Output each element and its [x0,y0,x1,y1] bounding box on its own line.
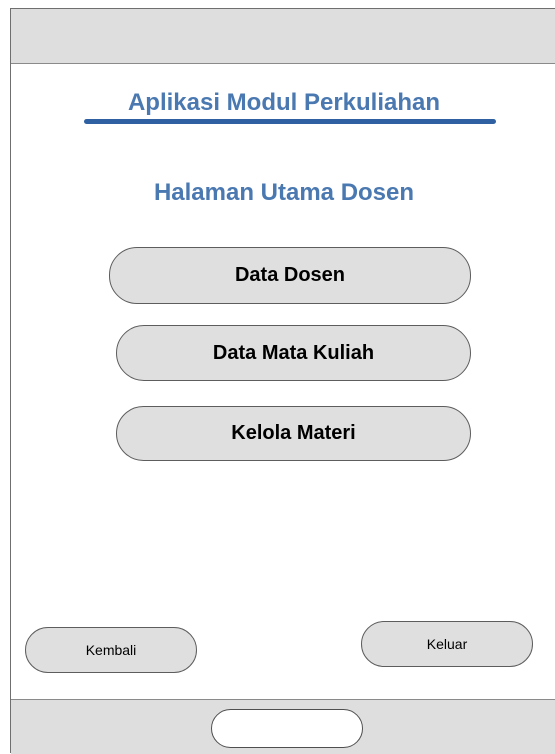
phone-frame: Aplikasi Modul Perkuliahan Halaman Utama… [10,8,555,754]
data-dosen-button[interactable]: Data Dosen [109,247,471,304]
logout-button[interactable]: Keluar [361,621,533,667]
back-button[interactable]: Kembali [25,627,197,673]
top-bar [11,9,555,64]
home-button[interactable] [211,709,363,748]
page-title: Halaman Utama Dosen [153,179,415,206]
app-title: Aplikasi Modul Perkuliahan [127,89,441,116]
title-underline [84,119,496,124]
data-mata-kuliah-button[interactable]: Data Mata Kuliah [116,325,471,381]
bottom-navigation-bar [11,699,555,754]
kelola-materi-button[interactable]: Kelola Materi [116,406,471,461]
